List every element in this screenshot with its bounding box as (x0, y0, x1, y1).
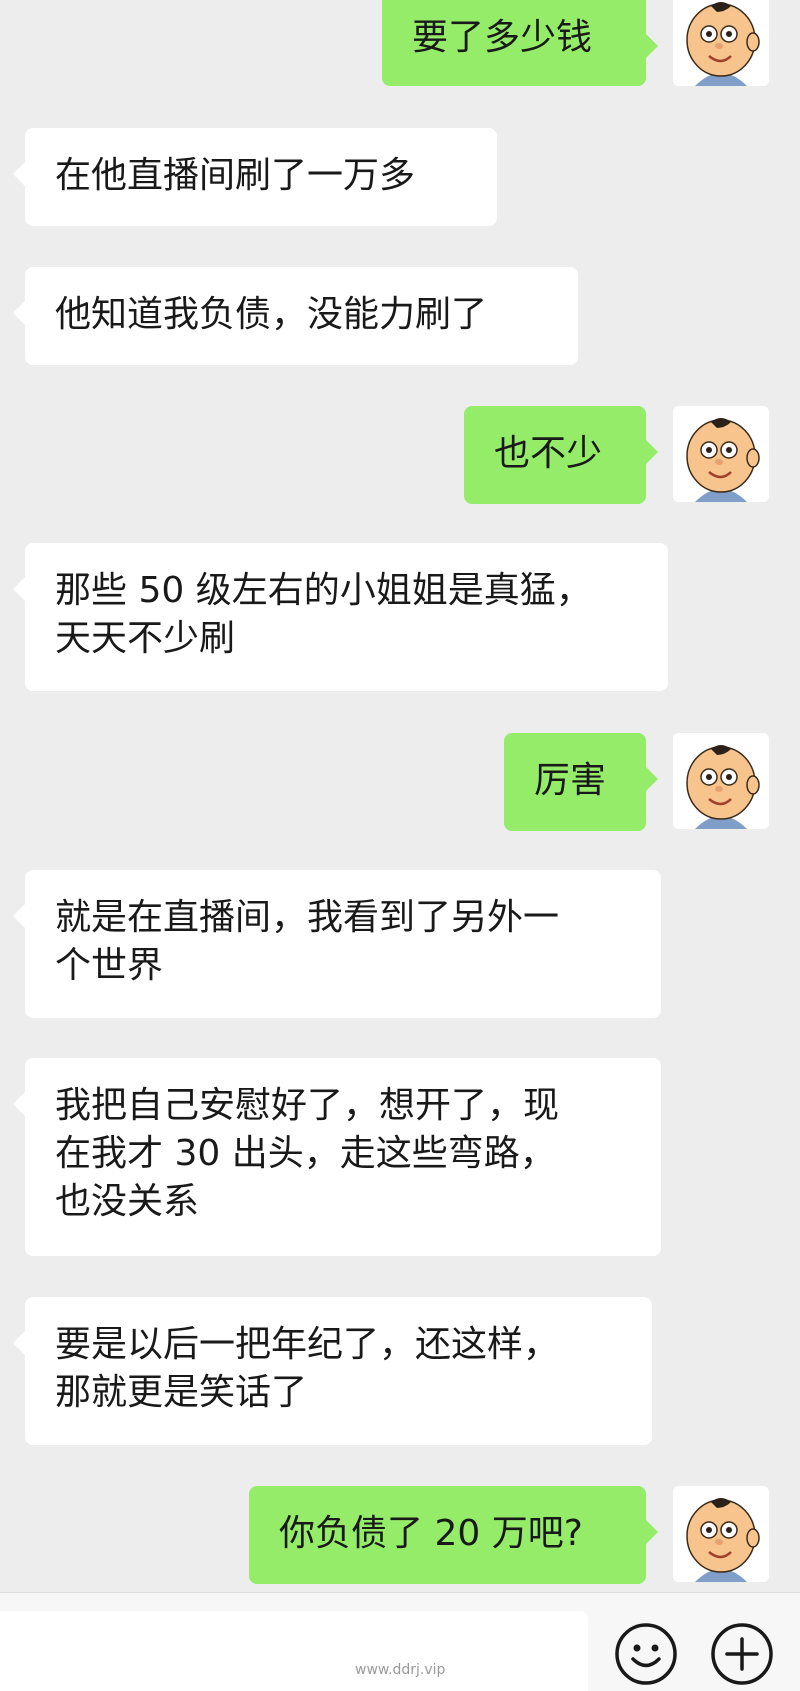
outgoing-message-bubble[interactable]: 厉害 (504, 733, 658, 831)
watermark: www.ddrj.vip (355, 1662, 446, 1678)
outgoing-message-bubble[interactable]: 也不少 (464, 406, 658, 504)
chat-area[interactable]: 要了多少钱 在他直播间刷了一万多 他知道我负债，没能力刷了 也不少 那些 50 … (0, 0, 800, 1592)
message-input[interactable] (0, 1611, 588, 1691)
outgoing-message-bubble[interactable]: 要了多少钱 (382, 0, 658, 86)
cartoon-boy-avatar-icon (673, 0, 769, 86)
incoming-message-bubble[interactable]: 我把自己安慰好了，想开了，现 在我才 30 出头，走这些弯路， 也没关系 (13, 1058, 661, 1256)
incoming-message-bubble[interactable]: 他知道我负债，没能力刷了 (13, 267, 578, 365)
avatar[interactable] (673, 406, 769, 502)
avatar[interactable] (673, 0, 769, 86)
cartoon-boy-avatar-icon (673, 733, 769, 829)
avatar[interactable] (673, 733, 769, 829)
plus-icon (711, 1623, 773, 1685)
incoming-message-bubble[interactable]: 那些 50 级左右的小姐姐是真猛， 天天不少刷 (13, 543, 668, 691)
plus-button[interactable] (710, 1622, 774, 1686)
incoming-message-bubble[interactable]: 要是以后一把年纪了，还这样， 那就更是笑话了 (13, 1297, 652, 1445)
incoming-message-bubble[interactable]: 在他直播间刷了一万多 (13, 128, 497, 226)
emoji-icon (615, 1623, 677, 1685)
incoming-message-bubble[interactable]: 就是在直播间，我看到了另外一 个世界 (13, 870, 661, 1018)
avatar[interactable] (673, 1486, 769, 1582)
emoji-button[interactable] (614, 1622, 678, 1686)
cartoon-boy-avatar-icon (673, 406, 769, 502)
cartoon-boy-avatar-icon (673, 1486, 769, 1582)
outgoing-message-bubble[interactable]: 你负债了 20 万吧? (249, 1486, 658, 1584)
